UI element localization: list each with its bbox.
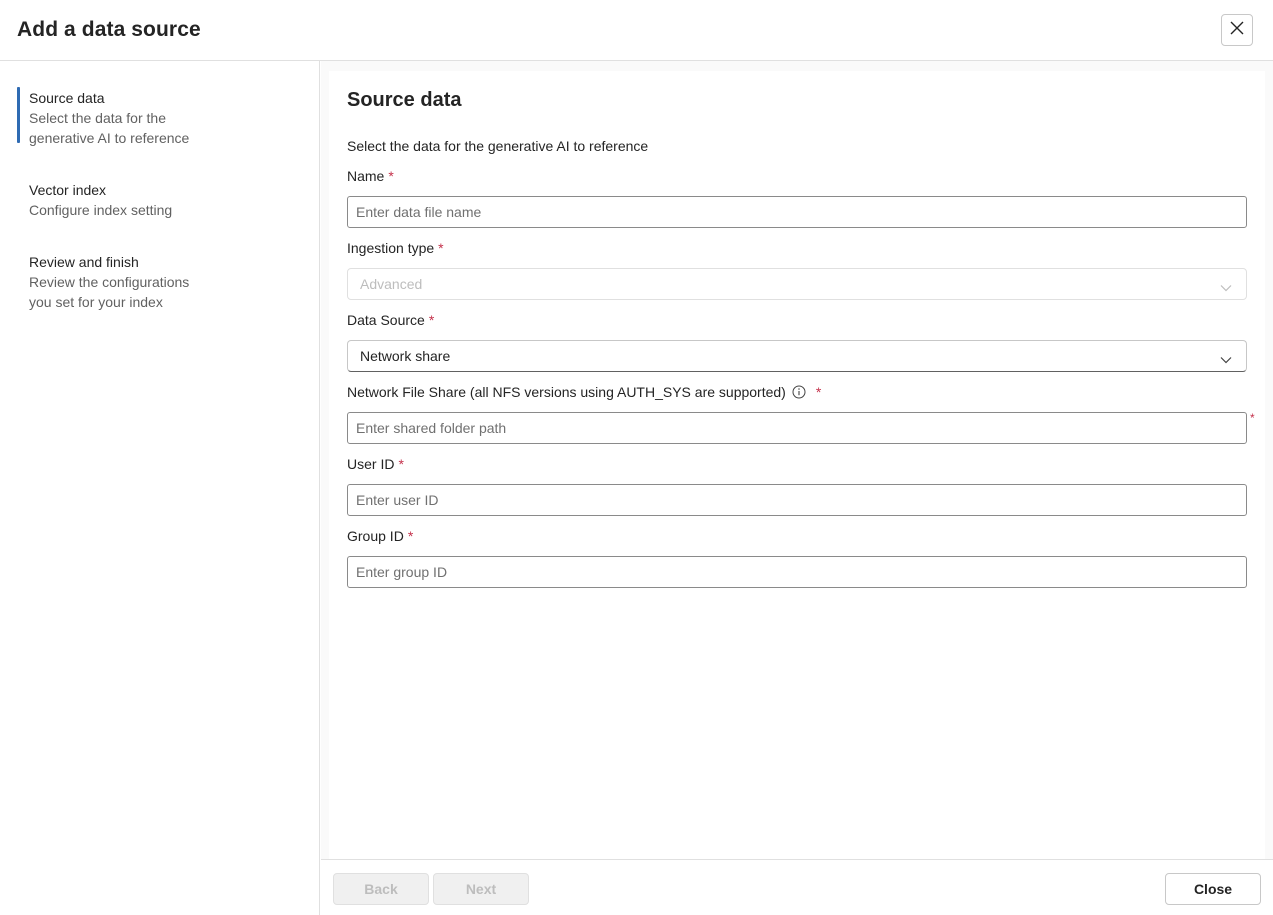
step-description: you set for your index	[29, 294, 163, 310]
network-share-label: Network File Share (all NFS versions usi…	[347, 384, 821, 400]
dialog-title: Add a data source	[17, 18, 201, 41]
data-source-dropdown[interactable]: Network share	[347, 340, 1247, 372]
group-id-input[interactable]	[347, 556, 1247, 588]
required-marker: *	[398, 456, 404, 472]
step-title: Vector index	[29, 182, 107, 198]
close-dialog-button[interactable]	[1221, 14, 1253, 46]
back-button[interactable]: Back	[333, 873, 429, 905]
user-id-label: User ID *	[347, 456, 404, 472]
section-title: Source data	[347, 89, 462, 111]
close-button[interactable]: Close	[1165, 873, 1261, 905]
user-id-input[interactable]	[347, 484, 1247, 516]
required-marker: *	[388, 168, 394, 184]
ingestion-type-label: Ingestion type *	[347, 240, 444, 256]
name-input[interactable]	[347, 196, 1247, 228]
step-description: Review the configurations	[29, 274, 190, 290]
group-id-label-text: Group ID	[347, 528, 404, 544]
next-button[interactable]: Next	[433, 873, 529, 905]
group-id-label: Group ID *	[347, 528, 413, 544]
required-marker: *	[1250, 411, 1255, 425]
required-marker: *	[438, 240, 444, 256]
source-data-form: Source data Select the data for the gene…	[329, 71, 1265, 859]
dialog-footer: Back Next Close	[321, 859, 1273, 915]
data-source-label-text: Data Source	[347, 312, 425, 328]
user-id-label-text: User ID	[347, 456, 395, 472]
step-description: Configure index setting	[29, 202, 173, 218]
step-navigation: Source data Select the data for the gene…	[0, 61, 320, 915]
close-icon	[1230, 21, 1244, 40]
add-data-source-dialog: Add a data source Source data Select the…	[0, 0, 1273, 915]
required-marker: *	[815, 384, 822, 400]
step-source-data[interactable]: Source data Select the data for the gene…	[17, 87, 307, 148]
info-icon[interactable]	[792, 385, 806, 399]
step-title: Source data	[29, 90, 105, 106]
chevron-down-icon	[1220, 279, 1232, 295]
ingestion-type-dropdown: Advanced	[347, 268, 1247, 300]
data-source-label: Data Source *	[347, 312, 434, 328]
section-description: Select the data for the generative AI to…	[347, 138, 649, 154]
step-title: Review and finish	[29, 254, 139, 270]
name-label: Name *	[347, 168, 394, 184]
chevron-down-icon	[1220, 351, 1232, 367]
step-description: Select the data for the	[29, 110, 166, 126]
ingestion-type-label-text: Ingestion type	[347, 240, 435, 256]
step-description: generative AI to reference	[29, 130, 190, 146]
dialog-header: Add a data source	[0, 0, 1273, 61]
data-source-value: Network share	[360, 348, 451, 364]
ingestion-type-value: Advanced	[360, 276, 423, 292]
required-marker: *	[407, 528, 414, 544]
step-review-and-finish[interactable]: Review and finish Review the configurati…	[17, 252, 307, 312]
required-marker: *	[428, 312, 435, 328]
network-share-label-text: Network File Share (all NFS versions usi…	[347, 384, 786, 400]
name-label-text: Name	[347, 168, 385, 184]
network-share-path-input[interactable]	[347, 412, 1247, 444]
step-vector-index[interactable]: Vector index Configure index setting	[17, 180, 307, 220]
